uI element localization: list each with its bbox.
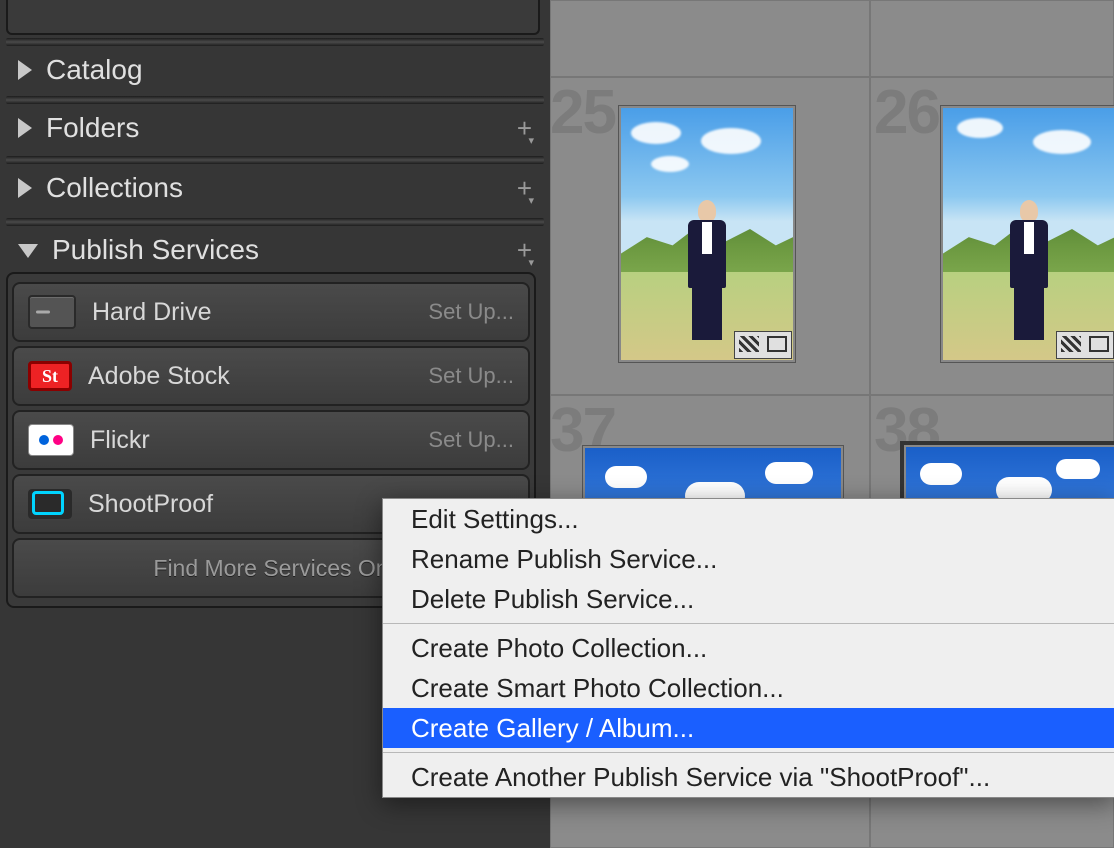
thumbnail-badge-icon (1056, 331, 1114, 359)
divider (6, 38, 544, 46)
panel-publish-services[interactable]: Publish Services + (0, 226, 550, 274)
chevron-right-icon (18, 118, 32, 138)
menu-create-another-publish-service[interactable]: Create Another Publish Service via "Shoo… (383, 757, 1114, 797)
find-more-label: Find More Services On (153, 555, 388, 582)
divider (6, 156, 544, 164)
menu-delete-publish-service[interactable]: Delete Publish Service... (383, 579, 1114, 619)
menu-label: Delete Publish Service... (411, 584, 694, 615)
service-flickr[interactable]: Flickr Set Up... (12, 410, 530, 470)
panel-folders[interactable]: Folders + (0, 104, 550, 152)
menu-label: Create Gallery / Album... (411, 713, 694, 744)
menu-rename-publish-service[interactable]: Rename Publish Service... (383, 539, 1114, 579)
add-icon[interactable]: + (517, 173, 532, 204)
panel-label: Collections (46, 172, 517, 204)
hard-drive-icon (28, 295, 76, 329)
service-name: Adobe Stock (88, 362, 428, 391)
panel-label: Publish Services (52, 234, 517, 266)
menu-edit-settings[interactable]: Edit Settings... (383, 499, 1114, 539)
adobe-stock-icon: St (28, 361, 72, 391)
setup-link[interactable]: Set Up... (428, 363, 514, 389)
cell-number: 25 (550, 77, 615, 148)
panel-collections[interactable]: Collections + (0, 164, 550, 212)
setup-link[interactable]: Set Up... (428, 427, 514, 453)
menu-label: Create Another Publish Service via "Shoo… (411, 762, 990, 793)
add-icon[interactable]: + (517, 235, 532, 266)
menu-label: Create Photo Collection... (411, 633, 707, 664)
context-menu: Edit Settings... Rename Publish Service.… (382, 498, 1114, 798)
panel-catalog[interactable]: Catalog (0, 46, 550, 94)
service-adobe-stock[interactable]: St Adobe Stock Set Up... (12, 346, 530, 406)
grid-cell-26[interactable]: 26 (870, 77, 1114, 395)
chevron-right-icon (18, 178, 32, 198)
service-name: Hard Drive (92, 298, 428, 327)
panel-label: Catalog (46, 54, 532, 86)
thumbnail[interactable] (940, 105, 1114, 363)
grid-cell (870, 0, 1114, 77)
menu-label: Edit Settings... (411, 504, 579, 535)
thumbnail[interactable] (618, 105, 796, 363)
thumbnail-badge-icon (734, 331, 792, 359)
menu-create-photo-collection[interactable]: Create Photo Collection... (383, 628, 1114, 668)
grid-cell (550, 0, 870, 77)
shootproof-icon (28, 489, 72, 519)
menu-label: Rename Publish Service... (411, 544, 717, 575)
menu-create-smart-photo-collection[interactable]: Create Smart Photo Collection... (383, 668, 1114, 708)
panel-label: Folders (46, 112, 517, 144)
service-hard-drive[interactable]: Hard Drive Set Up... (12, 282, 530, 342)
service-name: Flickr (90, 426, 428, 455)
divider (6, 96, 544, 104)
flickr-icon (28, 424, 74, 456)
chevron-down-icon (18, 244, 38, 258)
menu-separator (383, 623, 1114, 624)
menu-label: Create Smart Photo Collection... (411, 673, 784, 704)
add-icon[interactable]: + (517, 113, 532, 144)
setup-link[interactable]: Set Up... (428, 299, 514, 325)
menu-create-gallery-album[interactable]: Create Gallery / Album... (383, 708, 1114, 748)
sidebar-top-box (6, 0, 540, 35)
cell-number: 26 (874, 77, 939, 148)
menu-separator (383, 752, 1114, 753)
grid-cell-25[interactable]: 25 (550, 77, 870, 395)
divider (6, 218, 544, 226)
chevron-right-icon (18, 60, 32, 80)
